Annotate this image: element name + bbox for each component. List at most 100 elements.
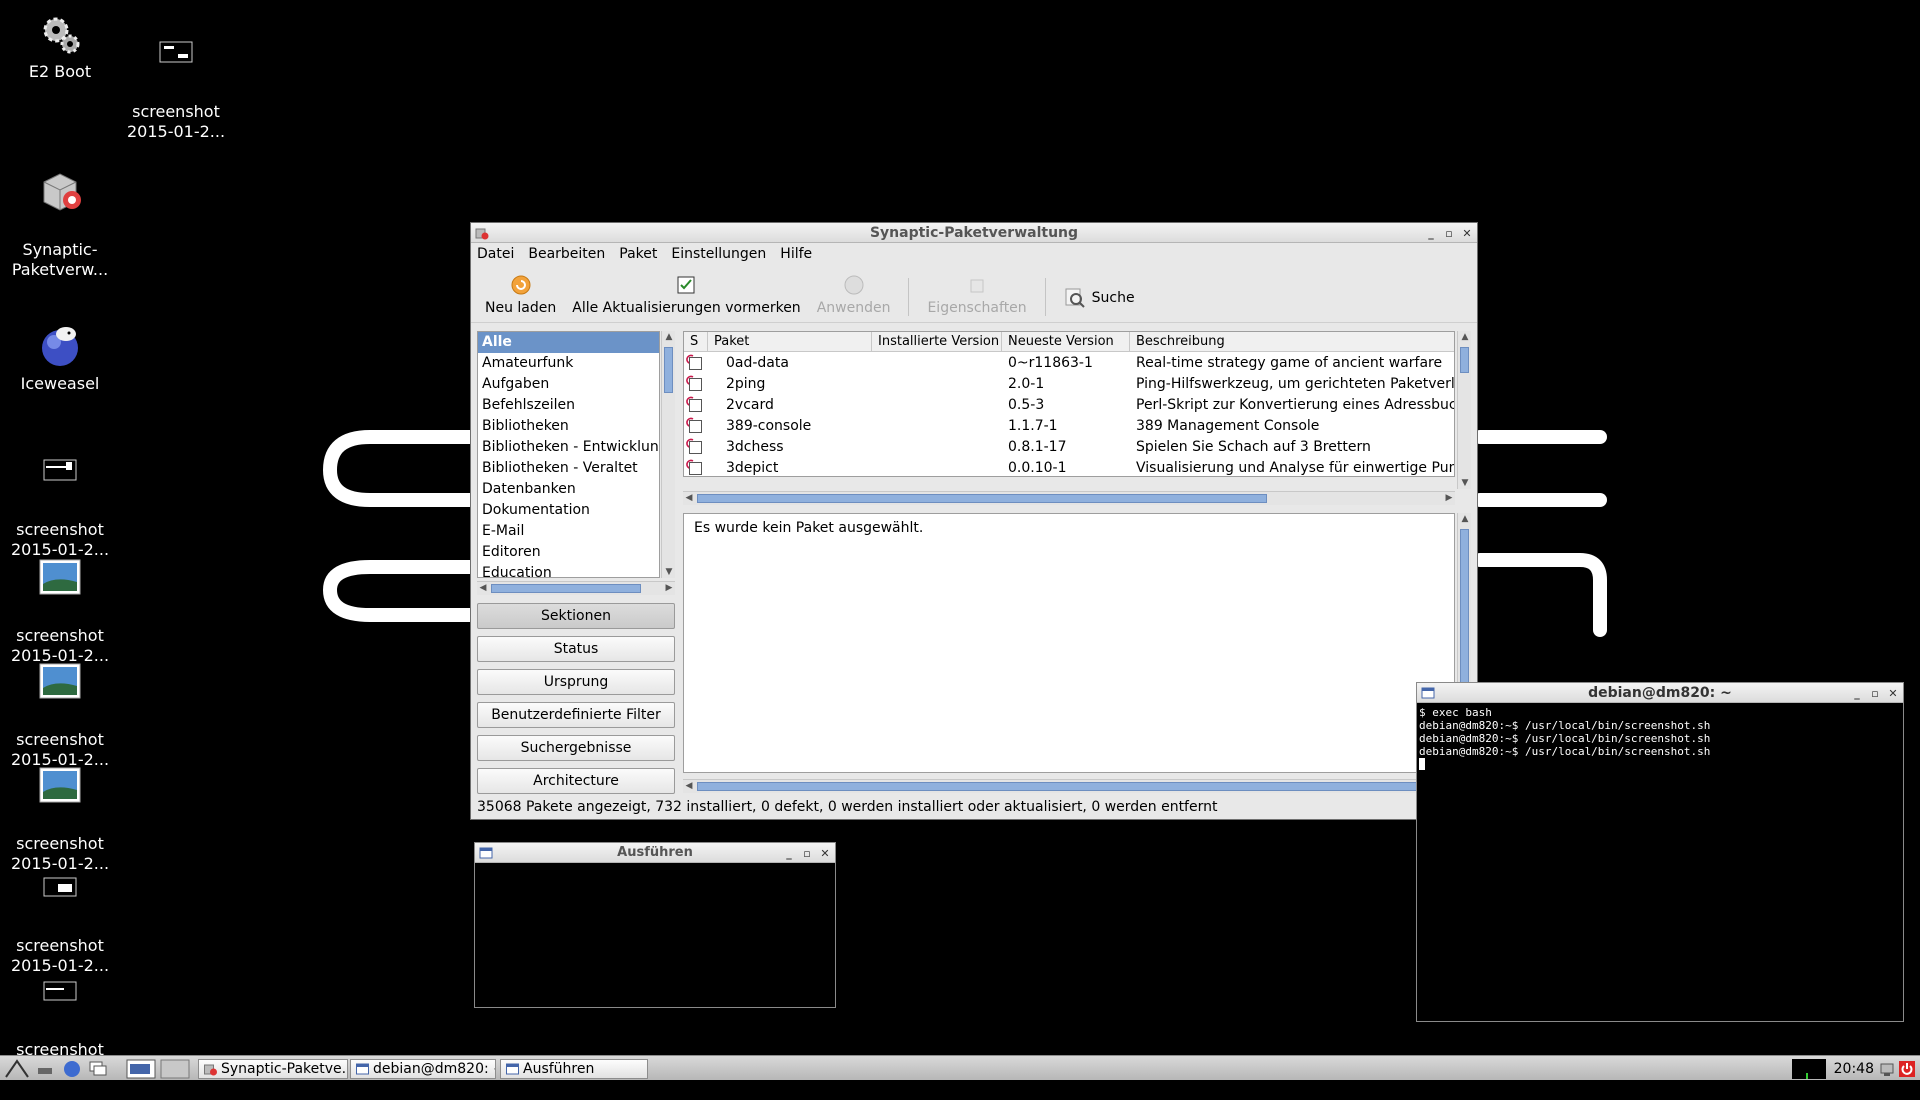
table-row[interactable]: 3dchess 0.8.1-17 Spielen Sie Schach auf 3 … xyxy=(684,437,1454,458)
sections-vscrollbar[interactable]: ▲ ▼ xyxy=(661,331,675,578)
section-item[interactable]: Bibliotheken - Entwicklung xyxy=(478,437,659,458)
package-checkbox[interactable] xyxy=(689,399,702,412)
scroll-right-arrow[interactable]: ▶ xyxy=(1443,492,1455,504)
scroll-thumb[interactable] xyxy=(1460,347,1469,373)
task-run-dialog[interactable]: Ausführen xyxy=(500,1059,648,1079)
table-row[interactable]: 2vcard 0.5-3 Perl-Skript zur Konvertierung… xyxy=(684,395,1454,416)
desktop-icon-e2-boot[interactable]: E2 Boot xyxy=(0,10,120,82)
menu-einstellungen[interactable]: Einstellungen xyxy=(671,246,766,262)
details-hscrollbar[interactable]: ◀ xyxy=(683,779,1455,793)
filter-search-results-button[interactable]: Suchergebnisse xyxy=(477,735,675,761)
terminal-cursor xyxy=(1419,758,1425,770)
filter-status-button[interactable]: Status xyxy=(477,636,675,662)
show-desktop-icon[interactable] xyxy=(36,1061,54,1077)
filter-sections-button[interactable]: Sektionen xyxy=(477,603,675,629)
synaptic-app-icon xyxy=(475,228,489,240)
package-checkbox[interactable] xyxy=(689,420,702,433)
minimize-button[interactable]: _ xyxy=(1851,684,1863,704)
minimize-button[interactable]: _ xyxy=(1425,224,1437,244)
column-header-status[interactable]: S xyxy=(684,332,708,352)
filter-architecture-button[interactable]: Architecture xyxy=(477,768,675,794)
menu-hilfe[interactable]: Hilfe xyxy=(780,246,812,262)
installed-version xyxy=(878,437,1002,458)
section-item[interactable]: Amateurfunk xyxy=(478,353,659,374)
scroll-up-arrow[interactable]: ▲ xyxy=(1459,513,1471,525)
section-item[interactable]: Dokumentation xyxy=(478,500,659,521)
table-row[interactable]: 2ping 2.0-1 Ping-Hilfswerkzeug, um gericht… xyxy=(684,374,1454,395)
scroll-left-arrow[interactable]: ◀ xyxy=(477,582,489,594)
scroll-thumb[interactable] xyxy=(697,494,1267,503)
maximize-button[interactable]: ▫ xyxy=(1443,224,1455,244)
filter-origin-button[interactable]: Ursprung xyxy=(477,669,675,695)
package-checkbox[interactable] xyxy=(689,441,702,454)
section-item[interactable]: Befehlszeilen xyxy=(478,395,659,416)
section-item[interactable]: Bibliotheken xyxy=(478,416,659,437)
scroll-thumb[interactable] xyxy=(697,782,1437,791)
close-button[interactable]: ✕ xyxy=(1461,224,1473,244)
mark-all-upgrades-button[interactable]: Alle Aktualisierungen vormerken xyxy=(572,274,801,316)
section-item[interactable]: Editoren xyxy=(478,542,659,563)
scroll-up-arrow[interactable]: ▲ xyxy=(663,331,675,343)
package-list-hscrollbar[interactable]: ◀ ▶ xyxy=(683,491,1455,505)
package-checkbox[interactable] xyxy=(689,378,702,391)
task-synaptic[interactable]: Synaptic-Paketve... xyxy=(198,1059,348,1079)
table-row[interactable]: 0ad-data 0~r11863-1 Real-time strategy gam… xyxy=(684,353,1454,374)
network-icon[interactable] xyxy=(1878,1060,1896,1078)
scroll-thumb[interactable] xyxy=(664,347,673,393)
scroll-down-arrow[interactable]: ▼ xyxy=(663,566,675,578)
workspace-1-icon[interactable] xyxy=(126,1059,156,1079)
section-item[interactable]: E-Mail xyxy=(478,521,659,542)
scroll-thumb[interactable] xyxy=(491,584,641,593)
browser-launcher-icon[interactable] xyxy=(62,1059,82,1079)
menu-paket[interactable]: Paket xyxy=(619,246,657,262)
column-header-package[interactable]: Paket xyxy=(708,332,872,352)
window-list-icon[interactable] xyxy=(88,1060,108,1078)
task-terminal[interactable]: debian@dm820: ~ xyxy=(350,1059,496,1079)
run-dialog-titlebar[interactable]: Ausführen _ ▫ ✕ xyxy=(475,843,835,863)
package-checkbox[interactable] xyxy=(689,462,702,475)
section-item[interactable]: Datenbanken xyxy=(478,479,659,500)
terminal-output[interactable]: $ exec bash debian@dm820:~$ /usr/local/b… xyxy=(1417,703,1903,774)
reload-button[interactable]: Neu laden xyxy=(485,274,556,316)
close-button[interactable]: ✕ xyxy=(819,844,831,864)
scroll-left-arrow[interactable]: ◀ xyxy=(683,492,695,504)
scroll-right-arrow[interactable]: ▶ xyxy=(663,582,675,594)
latest-version: 1.1.7-1 xyxy=(1008,418,1058,434)
menu-bearbeiten[interactable]: Bearbeiten xyxy=(528,246,605,262)
section-item[interactable]: Education xyxy=(478,563,659,577)
start-menu-icon[interactable] xyxy=(4,1059,30,1079)
maximize-button[interactable]: ▫ xyxy=(801,844,813,864)
section-item[interactable]: Alle xyxy=(478,332,659,353)
desktop-icon-synaptic[interactable]: Synaptic- Paketverw... xyxy=(0,148,120,300)
column-header-description[interactable]: Beschreibung xyxy=(1130,332,1454,352)
section-item[interactable]: Aufgaben xyxy=(478,374,659,395)
package-list-vscrollbar[interactable]: ▲ ▼ xyxy=(1457,331,1471,489)
table-row[interactable]: 389-console 1.1.7-1 389 Management Console xyxy=(684,416,1454,437)
scroll-up-arrow[interactable]: ▲ xyxy=(1459,331,1471,343)
scroll-down-arrow[interactable]: ▼ xyxy=(1459,477,1471,489)
properties-button[interactable]: Eigenschaften xyxy=(927,274,1027,316)
clock[interactable]: 20:48 xyxy=(1834,1059,1874,1079)
sections-hscrollbar[interactable]: ◀ ▶ xyxy=(477,581,675,595)
minimize-button[interactable]: _ xyxy=(783,844,795,864)
package-name: 2vcard xyxy=(726,397,774,413)
workspace-2-icon[interactable] xyxy=(160,1059,190,1079)
desktop-icon-iceweasel[interactable]: Iceweasel xyxy=(0,322,120,394)
synaptic-titlebar[interactable]: Synaptic-Paketverwaltung _ ▫ ✕ xyxy=(471,223,1477,243)
apply-button[interactable]: Anwenden xyxy=(817,274,890,316)
power-icon[interactable] xyxy=(1898,1060,1916,1078)
scroll-left-arrow[interactable]: ◀ xyxy=(683,780,695,792)
package-checkbox[interactable] xyxy=(689,357,702,370)
section-item[interactable]: Bibliotheken - Veraltet xyxy=(478,458,659,479)
maximize-button[interactable]: ▫ xyxy=(1869,684,1881,704)
table-row[interactable]: 3depict 0.0.10-1 Visualisierung und Analys… xyxy=(684,458,1454,476)
filter-custom-button[interactable]: Benutzerdefinierte Filter xyxy=(477,702,675,728)
synaptic-icon xyxy=(43,173,81,211)
desktop-icon-screenshot[interactable]: screenshot 2015-01-2... xyxy=(116,10,236,162)
column-header-installed[interactable]: Installierte Version xyxy=(872,332,1002,352)
column-header-latest[interactable]: Neueste Version xyxy=(1002,332,1130,352)
search-button[interactable]: Suche xyxy=(1064,287,1135,309)
terminal-titlebar[interactable]: debian@dm820: ~ _ ▫ ✕ xyxy=(1417,683,1903,703)
menu-datei[interactable]: Datei xyxy=(477,246,514,262)
close-button[interactable]: ✕ xyxy=(1887,684,1899,704)
